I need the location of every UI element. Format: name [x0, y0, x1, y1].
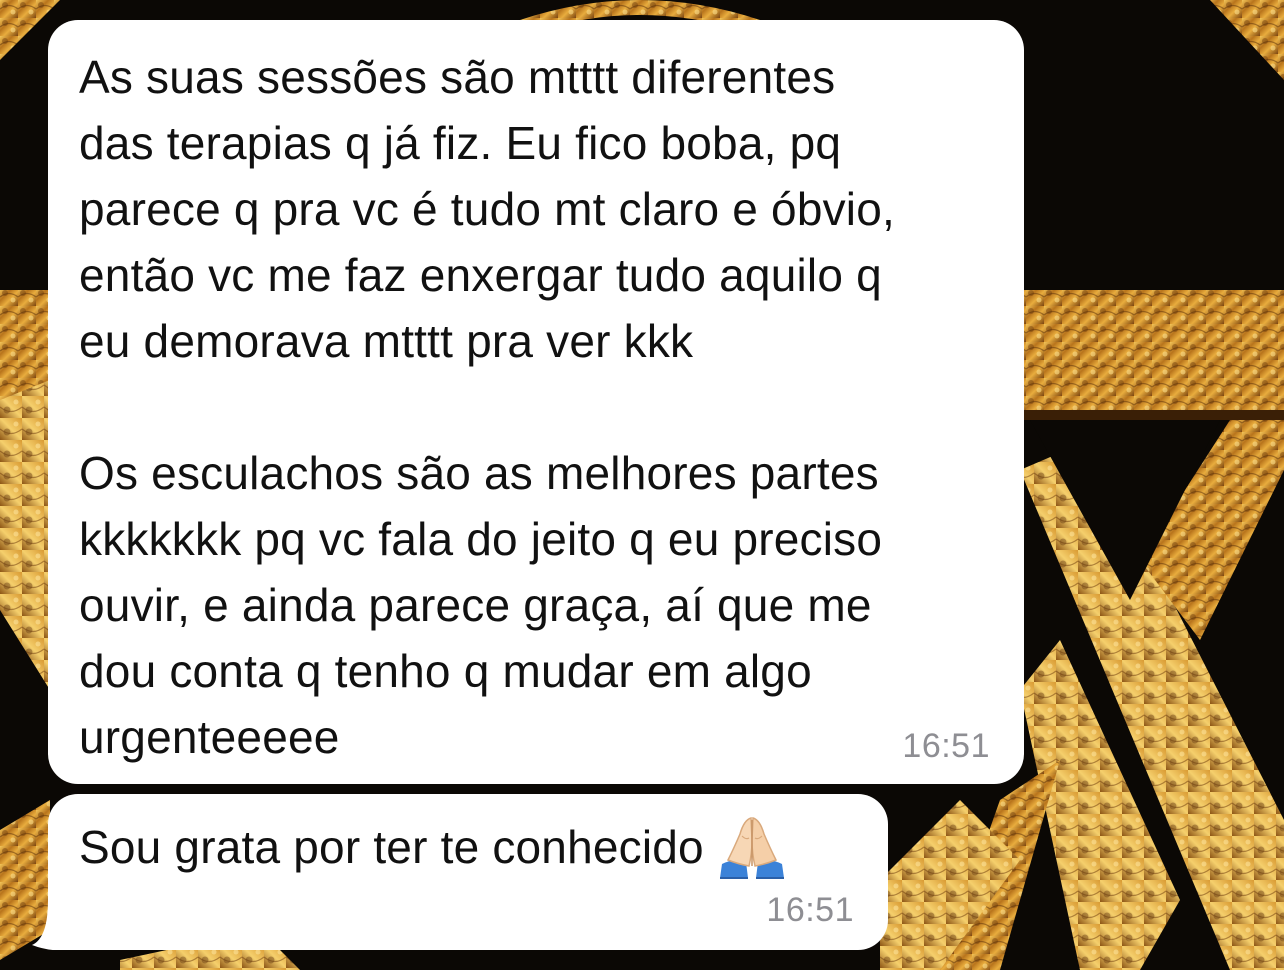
- message-text: As suas sessões são mtttt diferentes das…: [79, 51, 895, 763]
- message-timestamp: 16:51: [902, 727, 990, 765]
- message-bubble[interactable]: As suas sessões são mtttt diferentes das…: [48, 20, 1024, 784]
- message-timestamp: 16:51: [766, 891, 854, 929]
- message-text: Sou grata por ter te conhecido: [79, 821, 704, 873]
- message-bubble[interactable]: Sou grata por ter te conhecido 16:51: [48, 794, 888, 950]
- folded-hands-icon: [716, 814, 788, 880]
